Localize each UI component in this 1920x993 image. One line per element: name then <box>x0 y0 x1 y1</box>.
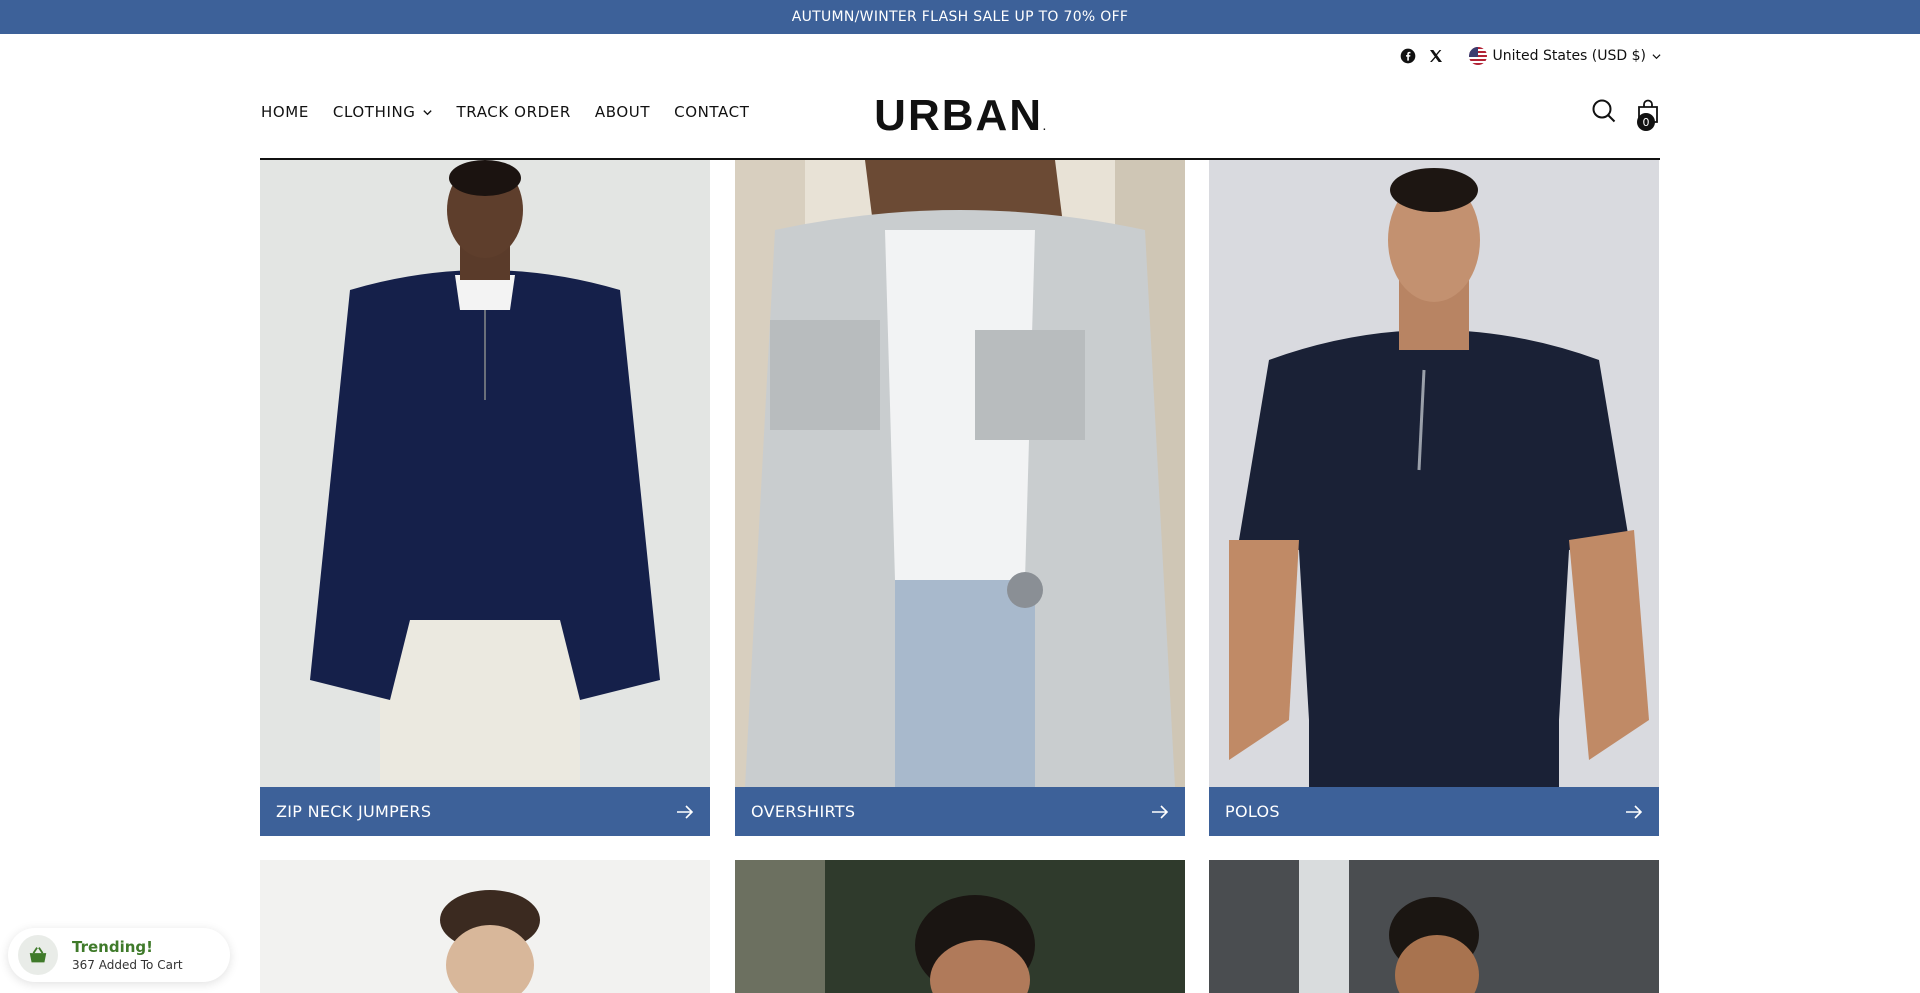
chevron-down-icon <box>1652 53 1661 59</box>
header-icons: 0 <box>1591 98 1661 131</box>
main-nav: HOME CLOTHING TRACK ORDER ABOUT CONTACT <box>261 100 773 124</box>
collection-image[interactable] <box>1209 160 1659 787</box>
nav-label: HOME <box>261 103 309 121</box>
facebook-icon[interactable] <box>1399 47 1417 65</box>
arrow-right-icon <box>1626 804 1643 819</box>
announcement-text: AUTUMN/WINTER FLASH SALE UP TO 70% OFF <box>791 9 1129 25</box>
nav-item-about[interactable]: ABOUT <box>595 100 650 124</box>
nav-item-contact[interactable]: CONTACT <box>674 100 749 124</box>
collection-link-bar[interactable]: OVERSHIRTS <box>735 787 1185 836</box>
nav-item-track-order[interactable]: TRACK ORDER <box>457 100 571 124</box>
logo-mark: . <box>1043 122 1046 133</box>
search-icon[interactable] <box>1591 98 1617 124</box>
collection-card-row2-2[interactable] <box>735 860 1185 993</box>
country-selector[interactable]: United States (USD $) <box>1468 47 1661 65</box>
collection-image[interactable] <box>735 160 1185 787</box>
collection-card-row2-3[interactable] <box>1209 860 1659 993</box>
chevron-down-icon <box>422 109 432 115</box>
announcement-bar: AUTUMN/WINTER FLASH SALE UP TO 70% OFF <box>0 0 1920 34</box>
nav-label: TRACK ORDER <box>456 103 571 121</box>
trending-title: Trending! <box>72 938 153 956</box>
utility-bar: United States (USD $) <box>1399 44 1661 68</box>
brand-logo[interactable]: URBAN. <box>874 92 1046 152</box>
trending-subtitle: 367 Added To Cart <box>72 958 183 972</box>
nav-item-home[interactable]: HOME <box>261 100 309 124</box>
us-flag-icon <box>1468 47 1487 65</box>
nav-label: ABOUT <box>594 103 651 121</box>
logo-text: URBAN <box>874 91 1044 140</box>
nav-item-clothing[interactable]: CLOTHING <box>333 100 433 124</box>
collection-label: POLOS <box>1225 802 1280 821</box>
x-icon[interactable] <box>1427 47 1445 65</box>
arrow-right-icon <box>1152 804 1169 819</box>
trending-text: Trending! 367 Added To Cart <box>72 938 183 972</box>
nav-label: CLOTHING <box>332 103 416 121</box>
trending-popup[interactable]: Trending! 367 Added To Cart <box>8 928 230 982</box>
collection-link-bar[interactable]: ZIP NECK JUMPERS <box>260 787 710 836</box>
country-label: United States (USD $) <box>1492 48 1646 64</box>
cart-button[interactable]: 0 <box>1635 98 1661 131</box>
cart-count-badge: 0 <box>1637 113 1655 131</box>
collection-card-row2-1[interactable] <box>260 860 710 993</box>
basket-icon <box>18 935 58 975</box>
collection-link-bar[interactable]: POLOS <box>1209 787 1659 836</box>
nav-label: CONTACT <box>674 103 750 121</box>
collection-image[interactable] <box>260 160 710 787</box>
collection-label: ZIP NECK JUMPERS <box>276 802 432 821</box>
collection-label: OVERSHIRTS <box>751 802 856 821</box>
arrow-right-icon <box>677 804 694 819</box>
